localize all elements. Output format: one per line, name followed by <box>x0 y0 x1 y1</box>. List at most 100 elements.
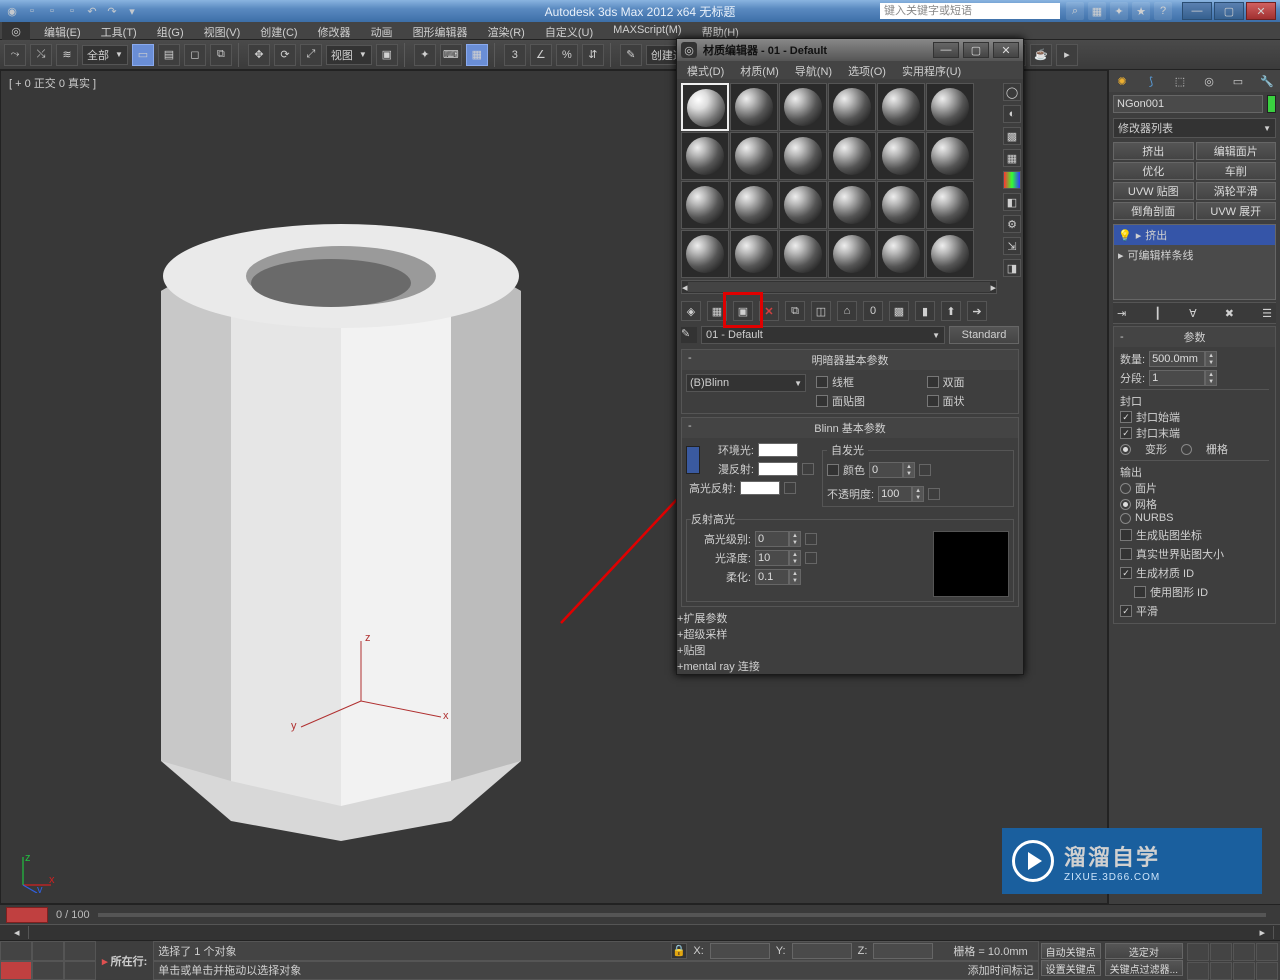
make-unique-icon[interactable]: ◫ <box>811 301 831 321</box>
btn-optimize[interactable]: 优化 <box>1113 162 1194 180</box>
spinner-snap-icon[interactable]: ⇵ <box>582 44 604 66</box>
nurbs-radio[interactable] <box>1120 513 1131 524</box>
rollup-maps[interactable]: +贴图 <box>677 642 1023 658</box>
realworld-check[interactable] <box>1120 548 1132 560</box>
zoom-ext-icon[interactable] <box>1256 943 1278 961</box>
autokey-button[interactable]: 自动关键点 <box>1041 943 1101 959</box>
sample-slot[interactable] <box>926 83 974 131</box>
assign-to-sel-icon[interactable]: ▣ <box>733 301 753 321</box>
render-prod-icon[interactable]: ▸ <box>1056 44 1078 66</box>
mat-menu-options[interactable]: 选项(O) <box>840 61 894 79</box>
play-icon[interactable] <box>64 941 96 961</box>
menu-help[interactable]: 帮助(H) <box>692 22 749 39</box>
mesh-radio[interactable] <box>1120 499 1131 510</box>
genuv-check[interactable] <box>1120 529 1132 541</box>
sample-slot[interactable] <box>828 83 876 131</box>
sample-slot-1[interactable] <box>681 83 729 131</box>
options-icon[interactable]: ⚙ <box>1003 215 1021 233</box>
goto-start-icon[interactable] <box>0 941 32 961</box>
material-type-button[interactable]: Standard <box>949 326 1019 344</box>
subscribe-icon[interactable]: ▦ <box>1088 2 1106 20</box>
video-color-icon[interactable] <box>1003 171 1021 189</box>
mat-menu-nav[interactable]: 导航(N) <box>787 61 840 79</box>
keyboard-shortcut-icon[interactable]: ⌨ <box>440 44 462 66</box>
sample-slot[interactable] <box>779 181 827 229</box>
patch-radio[interactable] <box>1120 483 1131 494</box>
menu-views[interactable]: 视图(V) <box>194 22 251 39</box>
put-to-lib-icon[interactable]: ⌂ <box>837 301 857 321</box>
menu-rendering[interactable]: 渲染(R) <box>478 22 535 39</box>
select-name-icon[interactable]: ▤ <box>158 44 180 66</box>
exchange-icon[interactable]: ✦ <box>1110 2 1128 20</box>
sample-slot[interactable] <box>926 181 974 229</box>
mat-menu-util[interactable]: 实用程序(U) <box>894 61 969 79</box>
wire-check[interactable] <box>816 376 828 388</box>
reset-map-icon[interactable]: ✕ <box>759 301 779 321</box>
sample-type-icon[interactable]: ◯ <box>1003 83 1021 101</box>
sample-slot[interactable] <box>926 132 974 180</box>
sample-slot[interactable] <box>779 132 827 180</box>
amb-diff-lock-icon[interactable] <box>686 446 700 474</box>
mat-max-button[interactable]: ▢ <box>963 42 989 58</box>
mat-titlebar[interactable]: ◎ 材质编辑器 - 01 - Default — ▢ ✕ <box>677 39 1023 61</box>
display-tab-icon[interactable]: ▭ <box>1229 72 1247 90</box>
twoside-check[interactable] <box>927 376 939 388</box>
ambient-swatch[interactable] <box>758 443 798 457</box>
spec-level-map-slot[interactable] <box>805 533 817 545</box>
object-color-swatch[interactable] <box>1267 95 1276 113</box>
btn-uvwunwrap[interactable]: UVW 展开 <box>1196 202 1277 220</box>
segs-spinner[interactable]: ▲▼ <box>1205 370 1217 386</box>
menu-animation[interactable]: 动画 <box>361 22 403 39</box>
sample-slot[interactable] <box>926 230 974 278</box>
zoom-icon[interactable] <box>1210 943 1232 961</box>
qat-more-icon[interactable]: ▾ <box>124 3 140 19</box>
x-input[interactable] <box>710 943 770 959</box>
amount-input[interactable] <box>1149 351 1205 367</box>
selection-filter-combo[interactable]: 全部▼ <box>82 45 128 65</box>
next-frame-icon[interactable] <box>32 961 64 980</box>
pan-icon[interactable] <box>1187 943 1209 961</box>
soften-spinner[interactable]: ▲▼ <box>789 569 801 585</box>
sample-slot[interactable] <box>730 230 778 278</box>
cap-end-check[interactable] <box>1120 427 1132 439</box>
sample-slot[interactable] <box>779 230 827 278</box>
sample-slot[interactable] <box>828 132 876 180</box>
sample-slot[interactable] <box>877 132 925 180</box>
redo-icon[interactable]: ↷ <box>104 3 120 19</box>
sample-slot[interactable] <box>730 83 778 131</box>
mat-close-button[interactable]: ✕ <box>993 42 1019 58</box>
modifier-list-combo[interactable]: 修改器列表▼ <box>1113 118 1276 138</box>
gloss-spinner[interactable]: ▲▼ <box>789 550 801 566</box>
menu-modifiers[interactable]: 修改器 <box>308 22 361 39</box>
maximize-vp-icon[interactable] <box>1233 962 1255 980</box>
menu-tools[interactable]: 工具(T) <box>91 22 147 39</box>
diffuse-map-slot[interactable] <box>802 463 814 475</box>
prev-frame-icon[interactable] <box>32 941 64 961</box>
selfillum-map-slot[interactable] <box>919 464 931 476</box>
make-copy-icon[interactable]: ⧉ <box>785 301 805 321</box>
track-bar[interactable]: ◂▸ <box>0 924 1280 940</box>
matid-channel-icon[interactable]: 0 <box>863 301 883 321</box>
slot-scrollbar[interactable]: ◂▸ <box>681 280 997 294</box>
sel-pair-button[interactable]: 选定对 <box>1105 943 1183 959</box>
get-material-icon[interactable]: ◈ <box>681 301 701 321</box>
select-object-icon[interactable]: ▭ <box>132 44 154 66</box>
time-slider[interactable]: 0 / 100 <box>0 904 1280 924</box>
snap-toggle-icon[interactable]: ▦ <box>466 44 488 66</box>
add-time-tag[interactable]: 添加时间标记 <box>968 962 1034 978</box>
select-by-mat-icon[interactable]: ⇲ <box>1003 237 1021 255</box>
spec-level-spinner[interactable]: ▲▼ <box>789 531 801 547</box>
close-button[interactable]: ✕ <box>1246 2 1276 20</box>
orbit-icon[interactable] <box>1210 962 1232 980</box>
bulb-icon[interactable]: 💡 <box>1118 229 1132 242</box>
ref-coord-combo[interactable]: 视图▼ <box>326 45 372 65</box>
mat-min-button[interactable]: — <box>933 42 959 58</box>
undo-icon[interactable]: ↶ <box>84 3 100 19</box>
favorite-icon[interactable]: ★ <box>1132 2 1150 20</box>
time-slider-handle[interactable] <box>6 907 48 923</box>
backlight-icon[interactable]: ◐ <box>1003 105 1021 123</box>
smooth-check[interactable] <box>1120 605 1132 617</box>
menu-edit[interactable]: 编辑(E) <box>34 22 91 39</box>
pivot-icon[interactable]: ▣ <box>376 44 398 66</box>
sample-slot[interactable] <box>877 181 925 229</box>
